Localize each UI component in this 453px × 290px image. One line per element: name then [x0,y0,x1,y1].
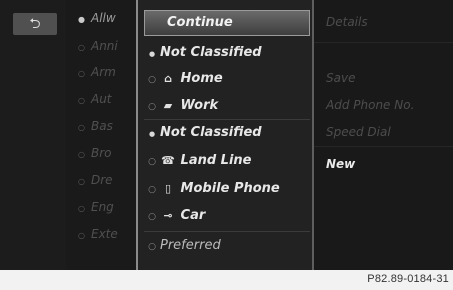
radio-icon: ○ [148,75,156,85]
radio-icon: ○ [148,212,156,222]
radio-icon: ○ [148,157,156,167]
category-label: Dre [90,173,113,187]
option-details[interactable]: Details [326,11,368,33]
menu-item-label: Land Line [180,153,252,168]
category-label: Bro [90,146,112,160]
selected-bullet-icon: ● [78,15,85,24]
option-speed-dial[interactable]: Speed Dial [326,121,391,143]
menu-item-work[interactable]: ○ ▰ Work [144,93,310,119]
menu-item-not-classified[interactable]: ● Not Classified [144,40,310,66]
category-list: ● Allw ○ Anni ○ Arm ○ Aut ○ Bas ○ Bro ○ Dre ○ En… [66,0,136,270]
category-label: Eng [90,200,114,214]
category-item[interactable]: ○ Dre [78,168,136,192]
menu-item-label: Not Classified [160,125,262,140]
category-label: Anni [90,39,118,53]
menu-item-label: Not Classified [160,45,262,60]
option-add-phone-no[interactable]: Add Phone No. [326,94,414,116]
menu-item-label: Home [180,71,223,86]
mobile-phone-icon: ▯ [164,182,172,195]
figure-reference: P82.89-0184-31 [367,273,449,285]
radio-icon: ○ [148,185,156,195]
bullet-icon: ○ [78,123,85,132]
option-save[interactable]: Save [326,67,355,89]
selected-radio-icon: ● [148,50,156,58]
home-icon: ⌂ [164,72,172,85]
category-item[interactable]: ○ Exte [78,222,136,246]
menu-item-home[interactable]: ○ ⌂ Home [144,66,310,92]
category-label: Aut [90,92,112,106]
classification-popup: Continue ● Not Classified ○ ⌂ Home ○ ▰ Work… [136,0,314,270]
bullet-icon: ○ [78,204,85,213]
menu-item-car[interactable]: ○ ⊸ Car [144,203,310,229]
menu-item-land-line[interactable]: ○ ☎ Land Line [144,148,310,174]
menu-item-label: Work [180,98,219,113]
landline-icon: ☎ [161,154,175,167]
bullet-icon: ○ [78,231,85,240]
category-item[interactable]: ○ Bro [78,141,136,165]
back-arrow-icon: ⮌ [29,16,41,32]
bullet-icon: ○ [78,43,85,52]
option-new[interactable]: New [326,153,355,175]
category-label: Exte [90,227,118,241]
menu-item-not-classified-2[interactable]: ● Not Classified [144,120,310,146]
category-item[interactable]: ● Allw [78,6,136,30]
menu-item-mobile-phone[interactable]: ○ ▯ Mobile Phone [144,176,310,202]
radio-icon: ○ [148,102,156,112]
back-button[interactable]: ⮌ [13,13,57,35]
back-column: ⮌ [0,0,66,270]
category-item[interactable]: ○ Eng [78,195,136,219]
continue-button[interactable]: Continue [144,10,310,36]
caption-bar: P82.89-0184-31 [0,270,453,290]
category-item[interactable]: ○ Arm [78,60,136,84]
bullet-icon: ○ [78,96,85,105]
work-icon: ▰ [163,99,173,112]
category-item[interactable]: ○ Anni [78,34,136,58]
checkbox-icon: ○ [148,242,156,252]
menu-item-label: Car [180,208,206,223]
bullet-icon: ○ [78,177,85,186]
divider [314,146,453,147]
menu-item-label: Preferred [160,238,221,253]
category-label: Bas [90,119,113,133]
menu-item-preferred[interactable]: ○ Preferred [144,233,310,259]
category-label: Arm [90,65,116,79]
divider [314,42,453,43]
category-item[interactable]: ○ Aut [78,87,136,111]
selected-radio-icon: ● [148,130,156,138]
bullet-icon: ○ [78,69,85,78]
menu-item-label: Mobile Phone [180,181,280,196]
options-column: Details Save Add Phone No. Speed Dial Ne… [314,0,453,270]
category-item[interactable]: ○ Bas [78,114,136,138]
bullet-icon: ○ [78,150,85,159]
car-icon: ⊸ [163,209,173,222]
divider [144,231,310,232]
comand-screen: ⮌ ● Allw ○ Anni ○ Arm ○ Aut ○ Bas ○ Bro ○ Dre ○… [0,0,453,270]
category-label: Allw [90,11,116,25]
